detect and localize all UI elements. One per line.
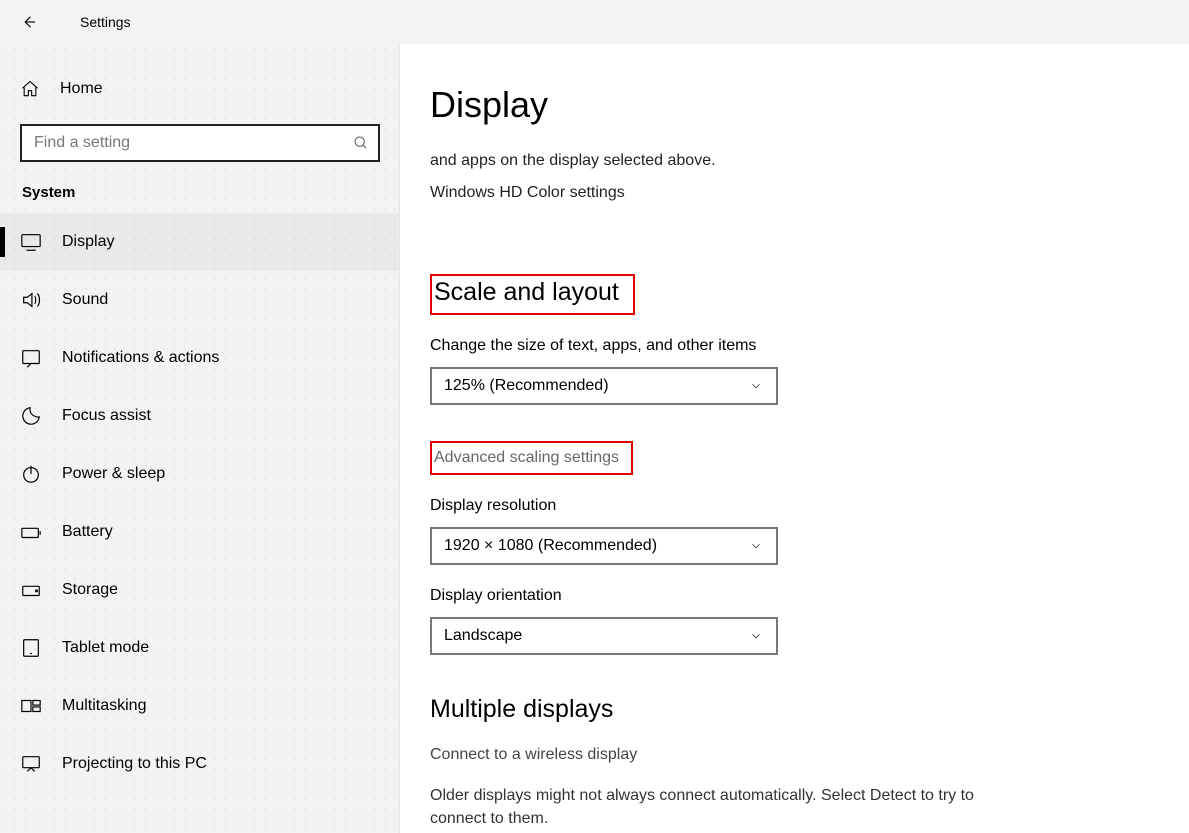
projecting-icon: [20, 753, 42, 775]
sidebar-item-label: Display: [62, 233, 114, 251]
sidebar-item-label: Focus assist: [62, 407, 151, 425]
content-area: Display and apps on the display selected…: [400, 44, 1189, 833]
scale-label: Change the size of text, apps, and other…: [430, 337, 1159, 355]
scale-dropdown[interactable]: 125% (Recommended): [430, 367, 778, 405]
search-input[interactable]: [22, 126, 344, 160]
battery-icon: [20, 521, 42, 543]
sidebar-item-sound[interactable]: Sound: [0, 271, 399, 329]
titlebar-title: Settings: [80, 14, 131, 30]
advanced-scaling-link[interactable]: Advanced scaling settings: [430, 441, 633, 475]
arrow-left-icon: [20, 13, 38, 31]
resolution-dropdown[interactable]: 1920 × 1080 (Recommended): [430, 527, 778, 565]
sidebar-item-label: Sound: [62, 291, 108, 309]
resolution-dropdown-value: 1920 × 1080 (Recommended): [444, 537, 657, 555]
sidebar-item-projecting[interactable]: Projecting to this PC: [0, 735, 399, 793]
sidebar-item-label: Power & sleep: [62, 465, 165, 483]
resolution-label: Display resolution: [430, 497, 1159, 515]
sidebar-nav: Display Sound Notifications & actions: [0, 213, 399, 793]
chevron-down-icon: [748, 538, 764, 554]
chevron-down-icon: [748, 378, 764, 394]
nav-home[interactable]: Home: [0, 64, 399, 114]
power-icon: [20, 463, 42, 485]
cropped-description: and apps on the display selected above.: [430, 152, 1159, 170]
home-icon: [20, 79, 40, 99]
orientation-dropdown-value: Landscape: [444, 627, 522, 645]
orientation-label: Display orientation: [430, 587, 1159, 605]
sidebar-group-label: System: [0, 180, 399, 213]
scale-dropdown-value: 125% (Recommended): [444, 377, 609, 395]
page-title: Display: [430, 84, 548, 126]
sidebar-item-label: Projecting to this PC: [62, 755, 207, 773]
back-button[interactable]: [18, 11, 40, 33]
sidebar-item-display[interactable]: Display: [0, 213, 399, 271]
sidebar-item-storage[interactable]: Storage: [0, 561, 399, 619]
sidebar-item-power-sleep[interactable]: Power & sleep: [0, 445, 399, 503]
chevron-down-icon: [748, 628, 764, 644]
sidebar-item-battery[interactable]: Battery: [0, 503, 399, 561]
sidebar-item-label: Notifications & actions: [62, 349, 219, 367]
wireless-display-link[interactable]: Connect to a wireless display: [430, 746, 1159, 764]
sidebar-item-focus-assist[interactable]: Focus assist: [0, 387, 399, 445]
sidebar-item-label: Tablet mode: [62, 639, 149, 657]
notifications-icon: [20, 347, 42, 369]
search-box[interactable]: [20, 124, 380, 162]
display-icon: [20, 231, 42, 253]
multiple-displays-heading: Multiple displays: [430, 695, 1159, 724]
sidebar: Home System Display: [0, 44, 400, 833]
focus-assist-icon: [20, 405, 42, 427]
hd-color-link[interactable]: Windows HD Color settings: [430, 184, 1159, 202]
multitasking-icon: [20, 695, 42, 717]
orientation-dropdown[interactable]: Landscape: [430, 617, 778, 655]
sidebar-item-notifications[interactable]: Notifications & actions: [0, 329, 399, 387]
detect-description: Older displays might not always connect …: [430, 784, 990, 830]
sidebar-item-tablet-mode[interactable]: Tablet mode: [0, 619, 399, 677]
scale-layout-heading: Scale and layout: [430, 274, 635, 315]
tablet-icon: [20, 637, 42, 659]
sidebar-item-label: Battery: [62, 523, 113, 541]
storage-icon: [20, 579, 42, 601]
sidebar-item-label: Storage: [62, 581, 118, 599]
nav-home-label: Home: [60, 80, 103, 98]
sound-icon: [20, 289, 42, 311]
search-icon: [344, 135, 378, 151]
scroll-area: and apps on the display selected above. …: [430, 152, 1159, 833]
sidebar-item-label: Multitasking: [62, 697, 146, 715]
titlebar: Settings: [0, 0, 1189, 44]
sidebar-item-multitasking[interactable]: Multitasking: [0, 677, 399, 735]
